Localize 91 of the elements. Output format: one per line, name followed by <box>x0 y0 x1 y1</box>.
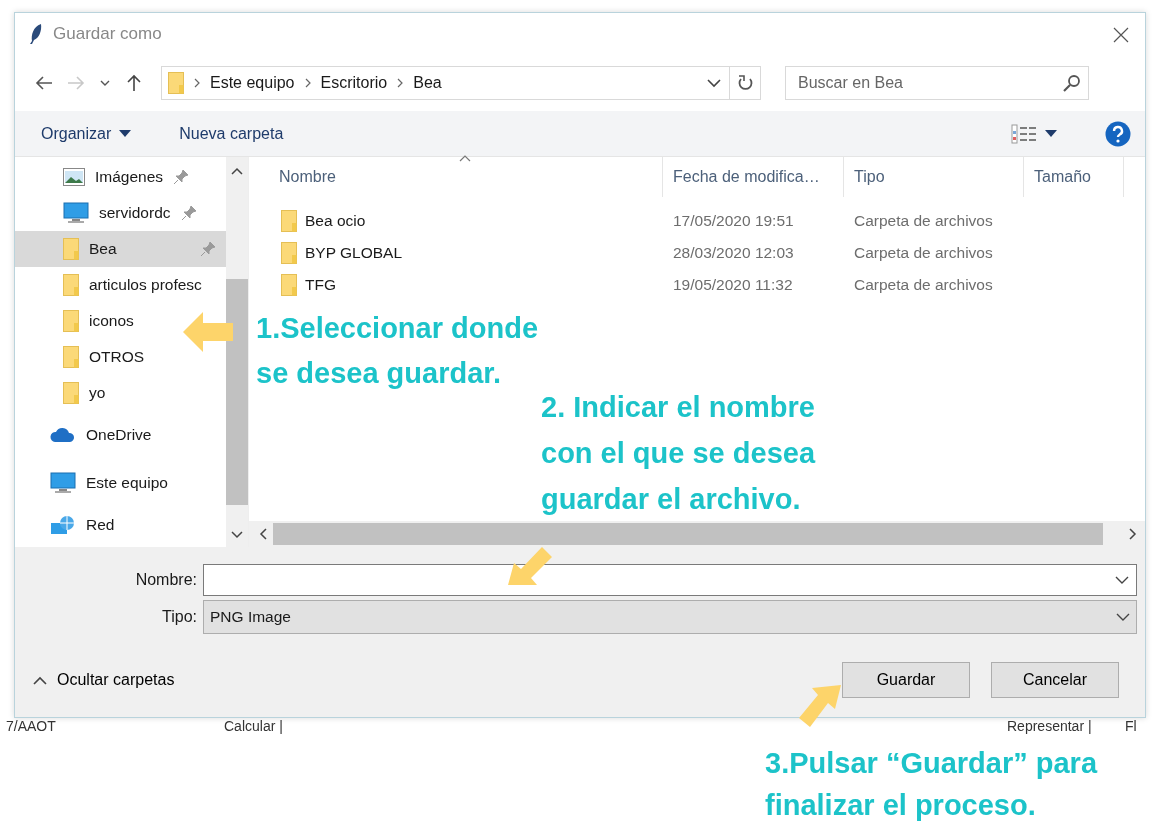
search-field[interactable]: Buscar en Bea <box>785 66 1089 100</box>
sidebar-item[interactable]: articulos profesc <box>15 267 206 303</box>
table-cell-text: 28/03/2020 12:03 <box>672 243 795 264</box>
help-button[interactable] <box>1105 120 1131 147</box>
help-icon <box>1105 120 1131 147</box>
instruction-text: 2. Indicar el nombre con el que se desea guardar el archivo. <box>541 390 815 517</box>
computer-icon <box>63 202 89 224</box>
computer-icon <box>50 472 76 494</box>
sidebar-item[interactable]: OTROS <box>15 339 149 375</box>
feather-icon <box>29 23 43 45</box>
breadcrumb[interactable]: Este equipo <box>210 71 295 95</box>
chevron-down-icon <box>231 531 243 539</box>
hide-folders-toggle[interactable]: Ocultar carpetas <box>33 668 175 692</box>
scrollbar-thumb[interactable] <box>273 523 1103 545</box>
table-cell-text: Carpeta de archivos <box>853 211 994 232</box>
chevron-right-icon <box>397 78 404 88</box>
address-bar[interactable]: Este equipo Escritorio Bea <box>161 66 761 100</box>
chevron-down-icon <box>707 78 721 88</box>
forward-icon <box>67 74 85 92</box>
column-header[interactable]: Tipo <box>844 157 1024 197</box>
back-icon <box>35 74 53 92</box>
view-options-button[interactable] <box>1011 123 1057 144</box>
chevron-right-icon <box>304 78 311 88</box>
window-title: Guardar como <box>53 23 162 46</box>
background-text: 7/AAOT <box>6 718 56 734</box>
up-icon <box>125 74 143 92</box>
search-icon <box>1063 74 1081 92</box>
scrollbar[interactable] <box>249 521 1145 547</box>
caret-down-icon <box>1045 130 1057 137</box>
file-name-field[interactable] <box>203 564 1137 596</box>
chevron-right-icon <box>194 78 200 88</box>
folder-icon <box>281 242 297 264</box>
background-text: Representar | <box>1007 718 1092 734</box>
field-label: Nombre: <box>134 570 198 590</box>
sidebar-item[interactable]: yo <box>15 375 110 411</box>
close-icon <box>1113 27 1129 44</box>
sidebar-item[interactable]: iconos <box>15 303 138 339</box>
scrollbar[interactable] <box>226 157 248 547</box>
folder-icon <box>63 310 79 332</box>
sidebar-item[interactable]: Red <box>15 507 119 543</box>
file-type-dropdown[interactable]: PNG Image <box>203 600 1137 634</box>
chevron-right-icon <box>1129 528 1137 540</box>
column-header[interactable]: Nombre <box>249 157 663 197</box>
chevron-up-icon <box>33 675 47 685</box>
cloud-icon <box>50 427 76 443</box>
new-folder-button[interactable]: Nueva carpeta <box>179 121 284 146</box>
instruction-text: 1.Seleccionar donde se desea guardar. <box>256 311 539 391</box>
organize-menu-button[interactable]: Organizar <box>41 121 132 146</box>
sort-caret-icon <box>459 155 471 162</box>
chevron-up-icon <box>231 167 243 175</box>
folder-icon <box>63 274 79 296</box>
file-name[interactable]: Bea ocio <box>305 209 366 233</box>
instruction-text: 3.Pulsar “Guardar” para finalizar el proceso. <box>765 746 1098 823</box>
scrollbar-thumb[interactable] <box>226 279 248 505</box>
folder-icon <box>281 210 297 232</box>
arrow-icon <box>799 683 843 729</box>
caret-down-icon <box>119 130 132 137</box>
field-label: Tipo: <box>161 607 198 627</box>
folder-icon <box>63 346 79 368</box>
cancel-button[interactable]: Cancelar <box>991 662 1119 698</box>
sidebar-item[interactable]: Este equipo <box>15 459 172 507</box>
table-cell-text: Carpeta de archivos <box>853 243 994 264</box>
table-cell-text: Carpeta de archivos <box>853 275 994 296</box>
file-name[interactable]: TFG <box>305 273 336 297</box>
sidebar-item[interactable]: servidordc <box>15 195 207 231</box>
pictures-icon <box>63 168 85 186</box>
refresh-icon <box>737 74 753 92</box>
file-name[interactable]: BYP GLOBAL <box>305 241 403 265</box>
folder-icon <box>63 382 79 404</box>
list-view-icon <box>1011 123 1037 144</box>
background-text: Fl <box>1125 718 1137 734</box>
arrow-icon <box>183 312 233 352</box>
table-cell-text: 17/05/2020 19:51 <box>672 211 795 232</box>
breadcrumb[interactable]: Escritorio <box>320 71 388 95</box>
background-text: Calcular | <box>224 718 283 734</box>
breadcrumb[interactable]: Bea <box>413 71 442 95</box>
arrow-icon <box>508 545 554 587</box>
sidebar-item[interactable]: Bea <box>15 231 226 267</box>
sidebar-item[interactable]: OneDrive <box>15 411 156 459</box>
folder-icon <box>168 72 184 94</box>
folder-icon <box>281 274 297 296</box>
network-icon <box>50 515 76 535</box>
chevron-down-icon <box>1115 576 1129 585</box>
save-button[interactable]: Guardar <box>842 662 970 698</box>
column-header[interactable]: Fecha de modifica… <box>663 157 844 197</box>
chevron-left-icon <box>259 528 267 540</box>
chevron-down-icon <box>1116 612 1130 622</box>
sidebar-item[interactable]: Imágenes <box>15 159 200 195</box>
folder-icon <box>63 238 79 260</box>
table-cell-text: 19/05/2020 11:32 <box>672 275 794 296</box>
column-header[interactable]: Tamaño <box>1024 157 1124 197</box>
